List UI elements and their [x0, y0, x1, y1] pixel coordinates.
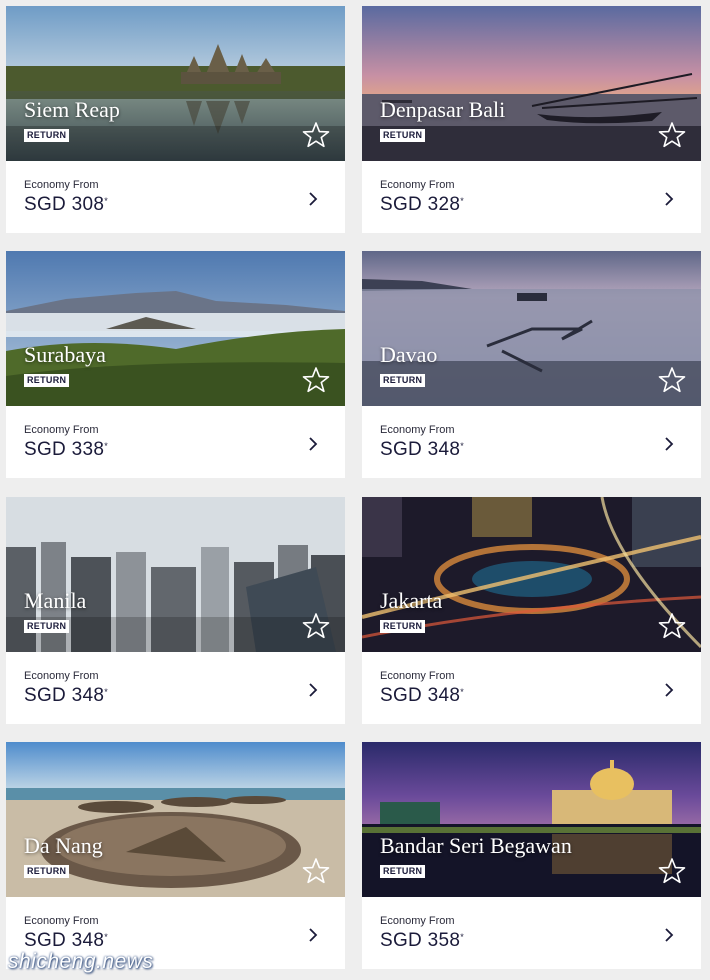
fare-section: Economy From SGD 328*: [362, 161, 701, 233]
return-badge: RETURN: [380, 865, 426, 878]
destination-card-siem-reap[interactable]: Siem Reap RETURN Economy From SGD 308*: [6, 6, 345, 233]
return-badge: RETURN: [380, 620, 426, 633]
chevron-right-icon[interactable]: [306, 927, 320, 943]
fare-price: SGD 358*: [380, 930, 464, 952]
fare-label: Economy From: [380, 670, 455, 682]
price-value: SGD 348: [380, 685, 461, 706]
fare-price: SGD 308*: [24, 194, 108, 216]
city-name: Denpasar Bali: [380, 97, 506, 122]
city-name: Da Nang: [24, 833, 103, 858]
star-outline-icon[interactable]: [302, 612, 330, 640]
fare-label: Economy From: [380, 915, 455, 927]
fare-section: Economy From SGD 348*: [362, 406, 701, 478]
city-name: Jakarta: [380, 588, 443, 613]
chevron-right-icon[interactable]: [662, 191, 676, 207]
destination-card-surabaya[interactable]: Surabaya RETURN Economy From SGD 338*: [6, 251, 345, 478]
chevron-right-icon[interactable]: [662, 682, 676, 698]
city-name: Siem Reap: [24, 97, 120, 122]
price-value: SGD 358: [380, 930, 461, 951]
city-name: Manila: [24, 588, 87, 613]
price-value: SGD 348: [24, 930, 105, 951]
star-outline-icon[interactable]: [302, 121, 330, 149]
fare-section: Economy From SGD 348*: [6, 652, 345, 724]
fare-label: Economy From: [24, 179, 99, 191]
price-asterisk: *: [104, 441, 109, 451]
city-name: Davao: [380, 342, 438, 367]
price-value: SGD 328: [380, 194, 461, 215]
destination-card-jakarta[interactable]: Jakarta RETURN Economy From SGD 348*: [362, 497, 701, 724]
price-asterisk: *: [104, 932, 109, 942]
chevron-right-icon[interactable]: [306, 191, 320, 207]
star-outline-icon[interactable]: [658, 366, 686, 394]
fare-label: Economy From: [24, 670, 99, 682]
fare-price: SGD 348*: [24, 685, 108, 707]
fare-label: Economy From: [24, 424, 99, 436]
chevron-right-icon[interactable]: [306, 682, 320, 698]
star-outline-icon[interactable]: [658, 121, 686, 149]
city-name: Bandar Seri Begawan: [380, 833, 572, 858]
return-badge: RETURN: [24, 865, 70, 878]
star-outline-icon[interactable]: [302, 857, 330, 885]
chevron-right-icon[interactable]: [662, 436, 676, 452]
destination-card-denpasar-bali[interactable]: Denpasar Bali RETURN Economy From SGD 32…: [362, 6, 701, 233]
star-outline-icon[interactable]: [302, 366, 330, 394]
return-badge: RETURN: [24, 129, 70, 142]
price-asterisk: *: [460, 196, 465, 206]
destination-card-manila[interactable]: Manila RETURN Economy From SGD 348*: [6, 497, 345, 724]
city-name: Surabaya: [24, 342, 106, 367]
price-value: SGD 338: [24, 439, 105, 460]
return-badge: RETURN: [24, 374, 70, 387]
fare-section: Economy From SGD 308*: [6, 161, 345, 233]
chevron-right-icon[interactable]: [662, 927, 676, 943]
fare-price: SGD 348*: [380, 685, 464, 707]
fare-price: SGD 328*: [380, 194, 464, 216]
price-asterisk: *: [104, 196, 109, 206]
fare-price: SGD 348*: [24, 930, 108, 952]
fare-label: Economy From: [380, 179, 455, 191]
return-badge: RETURN: [380, 374, 426, 387]
destination-card-davao[interactable]: Davao RETURN Economy From SGD 348*: [362, 251, 701, 478]
fare-section: Economy From SGD 348*: [362, 652, 701, 724]
chevron-right-icon[interactable]: [306, 436, 320, 452]
price-value: SGD 348: [24, 685, 105, 706]
return-badge: RETURN: [24, 620, 70, 633]
price-asterisk: *: [104, 687, 109, 697]
fare-label: Economy From: [380, 424, 455, 436]
fare-price: SGD 338*: [24, 439, 108, 461]
fare-section: Economy From SGD 358*: [362, 897, 701, 969]
fare-label: Economy From: [24, 915, 99, 927]
price-asterisk: *: [460, 441, 465, 451]
price-asterisk: *: [460, 687, 465, 697]
star-outline-icon[interactable]: [658, 612, 686, 640]
price-value: SGD 308: [24, 194, 105, 215]
watermark-text: shicheng.news: [8, 950, 154, 973]
return-badge: RETURN: [380, 129, 426, 142]
price-value: SGD 348: [380, 439, 461, 460]
destination-grid: Siem Reap RETURN Economy From SGD 308* D…: [0, 0, 710, 980]
destination-card-da-nang[interactable]: Da Nang RETURN Economy From SGD 348*: [6, 742, 345, 969]
destination-card-bandar-seri-begawan[interactable]: Bandar Seri Begawan RETURN Economy From …: [362, 742, 701, 969]
fare-section: Economy From SGD 338*: [6, 406, 345, 478]
star-outline-icon[interactable]: [658, 857, 686, 885]
price-asterisk: *: [460, 932, 465, 942]
fare-price: SGD 348*: [380, 439, 464, 461]
